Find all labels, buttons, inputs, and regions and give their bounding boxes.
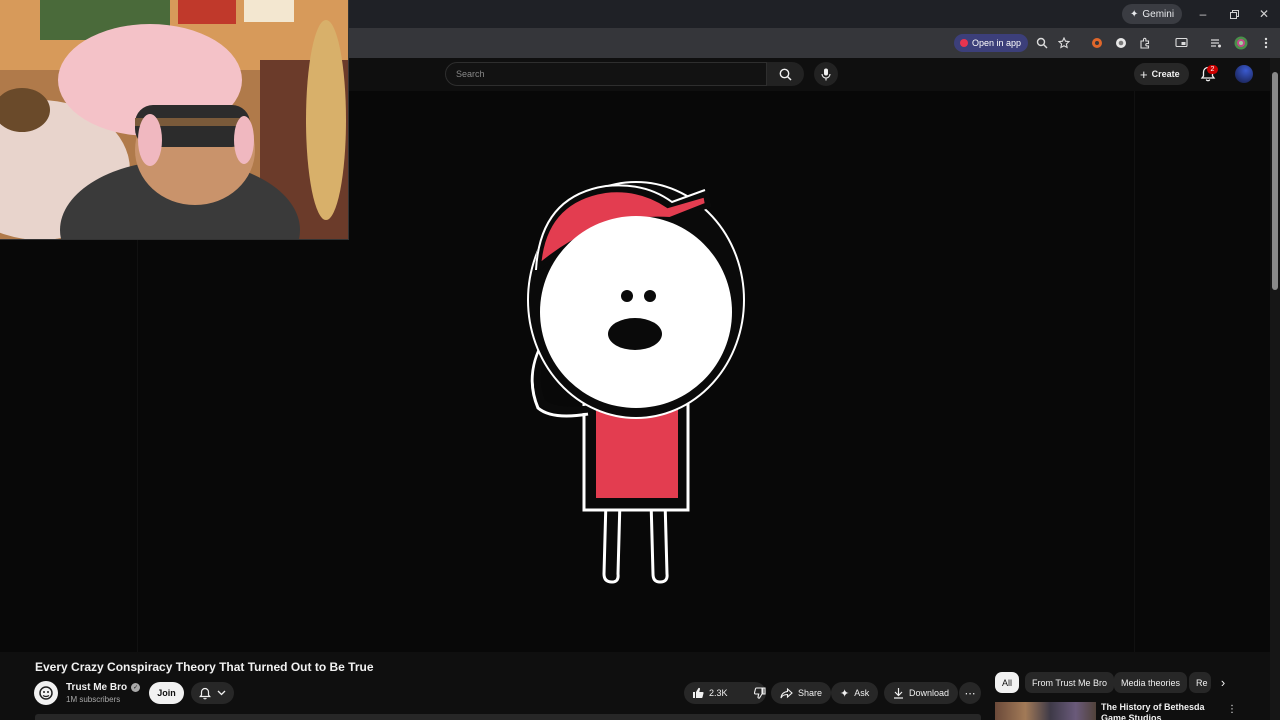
browser-menu-icon[interactable] xyxy=(1258,35,1274,51)
notification-count-badge: 2 xyxy=(1207,65,1218,74)
gemini-button[interactable]: ✦ Gemini xyxy=(1122,4,1183,24)
cast-icon[interactable] xyxy=(1173,35,1189,51)
recommendation-title[interactable]: The History of Bethesda Game Studios xyxy=(1101,702,1221,720)
open-in-app-button[interactable]: Open in app xyxy=(954,34,1029,52)
chip-media-theories[interactable]: Media theories xyxy=(1114,672,1188,693)
profile-avatar-icon[interactable] xyxy=(1233,35,1249,51)
gemini-label: Gemini xyxy=(1142,8,1175,20)
microphone-icon xyxy=(821,68,831,80)
recommendation-menu-icon[interactable]: ⋮ xyxy=(1226,702,1238,716)
media-controls-icon[interactable] xyxy=(1208,35,1224,51)
scrollbar-thumb[interactable] xyxy=(1272,72,1278,290)
youtube-app-icon xyxy=(960,39,968,47)
bookmark-star-icon[interactable] xyxy=(1056,35,1072,51)
description-box-edge xyxy=(35,714,981,720)
subscriber-count: 1M subscribers xyxy=(66,695,121,704)
ask-label: Ask xyxy=(854,688,870,698)
webcam-overlay xyxy=(0,0,349,240)
webcam-feed-image xyxy=(0,0,348,239)
join-button[interactable]: Join xyxy=(149,682,184,704)
extension-white-icon[interactable] xyxy=(1113,35,1129,51)
share-arrow-icon xyxy=(780,687,793,698)
character-face xyxy=(540,216,732,408)
gemini-sparkle-icon: ✦ xyxy=(1130,8,1139,20)
video-title: Every Crazy Conspiracy Theory That Turne… xyxy=(35,660,374,674)
zoom-icon[interactable] xyxy=(1034,35,1050,51)
subscription-notifications-button[interactable] xyxy=(191,682,234,704)
restore-icon[interactable] xyxy=(1225,5,1243,23)
thumbs-down-icon xyxy=(753,687,766,699)
minimize-icon[interactable]: – xyxy=(1194,5,1212,23)
share-label: Share xyxy=(798,688,823,698)
verified-check-icon: ✓ xyxy=(131,683,141,692)
chip-related[interactable]: Re xyxy=(1189,672,1211,693)
character-mouth xyxy=(608,318,662,350)
open-in-app-label: Open in app xyxy=(972,38,1022,48)
voice-search-button[interactable] xyxy=(814,62,838,86)
character-eye-left xyxy=(621,290,633,302)
chevron-down-icon xyxy=(217,690,226,696)
extensions-puzzle-icon[interactable] xyxy=(1137,35,1153,51)
like-dislike-group: 2.3K xyxy=(684,682,766,704)
channel-logo-icon xyxy=(39,686,53,700)
like-button[interactable]: 2.3K xyxy=(684,682,736,704)
download-button[interactable]: Download xyxy=(884,682,959,704)
like-count: 2.3K xyxy=(709,688,728,698)
chip-all[interactable]: All xyxy=(995,672,1020,693)
thumbs-up-icon xyxy=(693,687,704,699)
ask-button[interactable]: ✦ Ask xyxy=(831,682,879,704)
search-placeholder: Search xyxy=(456,69,485,79)
more-horizontal-icon: ⋯ xyxy=(964,687,976,700)
search-button[interactable] xyxy=(767,62,804,86)
extension-orange-icon[interactable] xyxy=(1089,35,1105,51)
bell-icon xyxy=(199,687,211,699)
chip-from-trust-me-bro[interactable]: From Trust Me Bro xyxy=(1025,672,1115,693)
create-label: Create xyxy=(1151,69,1180,79)
share-button[interactable]: Share xyxy=(771,682,832,704)
character-eye-right xyxy=(644,290,656,302)
recommendation-thumbnail[interactable] xyxy=(995,702,1096,720)
account-avatar[interactable] xyxy=(1235,65,1253,83)
character-legs xyxy=(602,498,669,584)
video-info-section: Every Crazy Conspiracy Theory That Turne… xyxy=(0,652,1270,720)
channel-name: Trust Me Bro xyxy=(66,682,128,693)
chevron-right-icon[interactable]: › xyxy=(1214,673,1232,691)
download-icon xyxy=(894,688,903,699)
channel-avatar[interactable] xyxy=(34,681,58,705)
more-actions-button[interactable]: ⋯ xyxy=(959,682,981,704)
search-input[interactable]: Search xyxy=(445,62,767,86)
search-icon xyxy=(779,68,792,81)
download-label: Download xyxy=(909,688,950,698)
ask-sparkle-icon: ✦ xyxy=(840,687,850,700)
dislike-button[interactable] xyxy=(746,682,774,704)
close-icon[interactable]: ✕ xyxy=(1255,5,1273,23)
create-button[interactable]: + Create xyxy=(1134,63,1189,85)
plus-icon: + xyxy=(1140,66,1148,82)
channel-name-link[interactable]: Trust Me Bro ✓ xyxy=(66,682,141,693)
